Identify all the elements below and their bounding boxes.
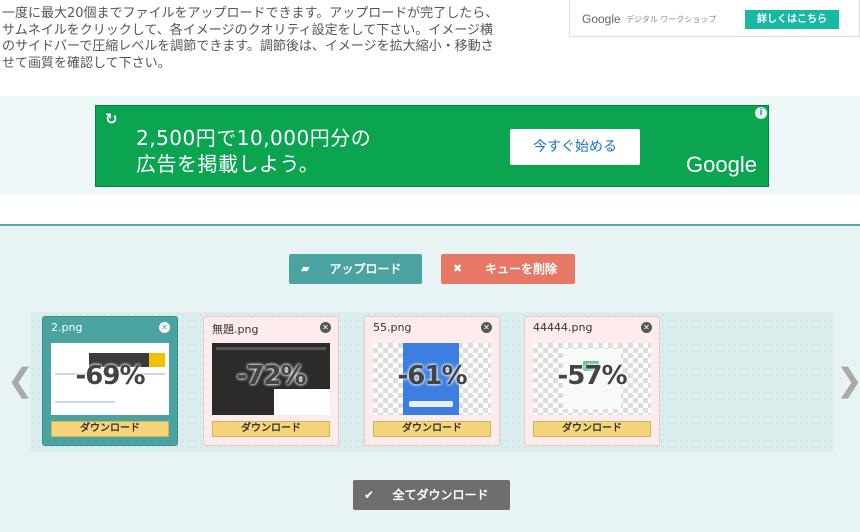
- file-thumbnail[interactable]: -72%: [212, 343, 330, 415]
- chevron-right-icon[interactable]: ❯: [836, 361, 860, 399]
- file-card[interactable]: 2.png ✕ -69% ダウンロード: [42, 316, 178, 446]
- chevron-left-icon[interactable]: ❮: [7, 361, 34, 399]
- instructions-line: のサイドバーで圧縮レベルを調節できます。調節後は、イメージを拡大縮小・移動さ: [2, 39, 494, 54]
- download-button[interactable]: ダウンロード: [212, 421, 330, 437]
- savings-percent: -61%: [397, 361, 467, 391]
- file-card[interactable]: 無題.png ✕ -72% ダウンロード: [203, 316, 339, 446]
- file-name: 2.png: [51, 321, 83, 334]
- savings-percent: -69%: [75, 361, 145, 391]
- instructions-text: 一度に最大20個までファイルをアップロードできます。アップロードが完了したら、 …: [2, 6, 542, 72]
- compressor-panel: ▰ アップロード ✖ キューを削除 ❮ ❯ 2.png ✕ -69% ダウンロー…: [0, 226, 860, 532]
- clear-queue-button-label: キューを削除: [484, 262, 557, 276]
- download-all-label: 全てダウンロード: [392, 488, 489, 502]
- workshop-subtitle: デジタル ワークショップ: [626, 15, 717, 24]
- learn-more-button[interactable]: 詳しくはこちら: [745, 10, 839, 29]
- google-workshop-ad[interactable]: Google デジタル ワークショップ 詳しくはこちら: [569, 0, 860, 37]
- instructions-line: サムネイルをクリックして、各イメージのクオリティ設定をして下さい。イメージ横: [2, 22, 494, 38]
- remove-file-icon[interactable]: ✕: [159, 322, 170, 333]
- ad-band: ↻ i 2,500円で10,000円分の 広告を掲載しよう。 今すぐ始める Go…: [0, 96, 860, 194]
- download-button[interactable]: ダウンロード: [533, 421, 651, 437]
- refresh-icon[interactable]: ↻: [105, 110, 118, 128]
- ad-headline-2: 広告を掲載しよう。: [136, 152, 320, 176]
- file-name: 無題.png: [212, 323, 259, 336]
- download-button[interactable]: ダウンロード: [373, 421, 491, 437]
- clear-queue-button[interactable]: ✖ キューを削除: [441, 254, 575, 284]
- file-card[interactable]: 55.png ✕ -61% ダウンロード: [364, 316, 500, 446]
- savings-percent: -72%: [236, 361, 306, 391]
- banner-ad[interactable]: ↻ i 2,500円で10,000円分の 広告を掲載しよう。 今すぐ始める Go…: [95, 105, 769, 187]
- ad-google-logo: Google: [686, 152, 757, 177]
- google-logo-text: Google: [582, 12, 621, 26]
- remove-file-icon[interactable]: ✕: [481, 322, 492, 333]
- close-icon: ✖: [453, 262, 463, 275]
- header-area: 一度に最大20個までファイルをアップロードできます。アップロードが完了したら、 …: [0, 0, 860, 96]
- ad-start-button[interactable]: 今すぐ始める: [510, 129, 640, 165]
- file-thumbnail[interactable]: -69%: [51, 343, 169, 415]
- file-name: 55.png: [373, 321, 412, 334]
- remove-file-icon[interactable]: ✕: [320, 322, 331, 333]
- download-button[interactable]: ダウンロード: [51, 421, 169, 437]
- download-all-button[interactable]: ✔ 全てダウンロード: [353, 480, 510, 510]
- instructions-line: 一度に最大20個までファイルをアップロードできます。アップロードが完了したら、: [2, 6, 499, 21]
- ad-info-icon[interactable]: i: [755, 107, 767, 119]
- file-thumbnail[interactable]: -61%: [373, 343, 491, 415]
- file-thumbnail[interactable]: -57%: [533, 343, 651, 415]
- checkmark-icon: ✔: [364, 488, 375, 502]
- ad-headline-1: 2,500円で10,000円分の: [136, 126, 372, 150]
- upload-button[interactable]: ▰ アップロード: [289, 254, 422, 284]
- instructions-line: せて画質を確認して下さい。: [2, 55, 171, 71]
- file-card[interactable]: 44444.png ✕ -57% ダウンロード: [524, 316, 660, 446]
- file-name: 44444.png: [533, 321, 593, 334]
- savings-percent: -57%: [557, 361, 627, 391]
- upload-button-label: アップロード: [329, 262, 402, 276]
- folder-open-icon: ▰: [301, 262, 310, 275]
- remove-file-icon[interactable]: ✕: [641, 322, 652, 333]
